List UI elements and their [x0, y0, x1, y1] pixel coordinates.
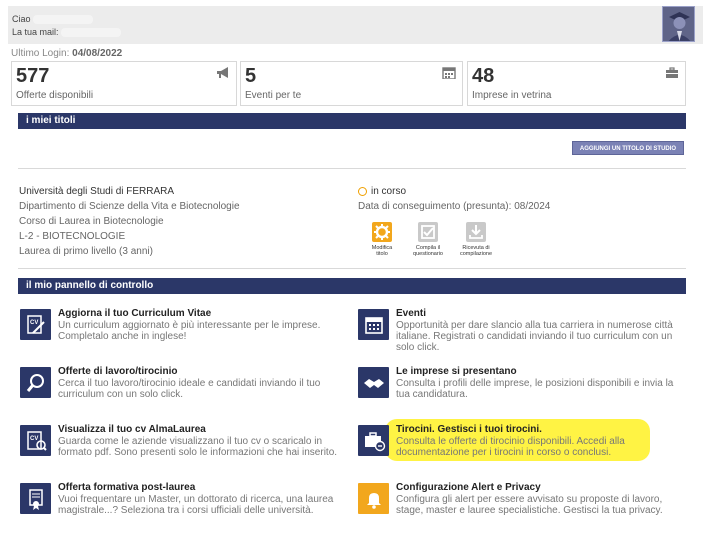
- panel-item-desc: Guarda come le aziende visualizzano il t…: [58, 436, 338, 458]
- clock-icon: [358, 187, 367, 196]
- panel-item-title: Aggiorna il tuo Curriculum Vitae: [58, 308, 212, 319]
- course-name: Corso di Laurea in Biotecnologie: [19, 216, 164, 227]
- avatar[interactable]: [662, 6, 695, 42]
- stat-events-value: 5: [245, 65, 257, 87]
- expected-date: Data di conseguimento (presunta): 08/202…: [358, 201, 551, 212]
- briefcase-icon: [666, 67, 678, 78]
- internship-briefcase-icon: [358, 425, 389, 456]
- divider: [18, 268, 686, 269]
- download-icon: [466, 222, 486, 242]
- panel-item-title: Eventi: [396, 308, 427, 319]
- checkbox-icon: [418, 222, 438, 242]
- study-status: in corso Data di conseguimento (presunta…: [358, 184, 550, 214]
- panel-item-desc: Configura gli alert per essere avvisato …: [396, 494, 663, 516]
- edit-title-button[interactable]: Modifica titolo: [362, 222, 402, 257]
- calendar-icon: [442, 67, 456, 79]
- cv-edit-icon: CV: [20, 309, 51, 340]
- user-name-redacted: [33, 15, 94, 25]
- course-class: L-2 - BIOTECNOLOGIE: [19, 231, 126, 242]
- questionnaire-label-l2: questionario: [413, 251, 443, 257]
- titles-section-header: i miei titoli: [18, 113, 686, 129]
- svg-text:CV: CV: [30, 320, 38, 326]
- bell-icon: [358, 483, 389, 514]
- panel-item-title: Offerte di lavoro/tirocinio: [58, 366, 178, 377]
- graduate-avatar-icon: [663, 7, 694, 41]
- stat-offers-label: Offerte disponibili: [16, 90, 94, 101]
- panel-item-title: Offerta formativa post-laurea: [58, 482, 196, 493]
- panel-item-desc: Opportunità per dare slancio alla tua ca…: [396, 320, 673, 353]
- panel-item-title: Visualizza il tuo cv AlmaLaurea: [58, 424, 206, 435]
- panel-item-desc: Consulta i profili delle imprese, le pos…: [396, 378, 674, 400]
- panel-item-title: Tirocini. Gestisci i tuoi tirocini.: [396, 424, 542, 435]
- last-login-date: 04/08/2022: [72, 48, 123, 59]
- edit-title-label-l2: titolo: [376, 251, 388, 257]
- panel-item-title: Le imprese si presentano: [396, 366, 517, 377]
- stat-companies[interactable]: 48 Imprese in vetrina: [467, 61, 686, 106]
- divider: [18, 168, 686, 169]
- last-login-label: Ultimo Login:: [11, 48, 70, 59]
- greeting: Ciao La tua mail:: [12, 13, 122, 39]
- user-header: Ciao La tua mail:: [8, 6, 703, 44]
- stat-companies-value: 48: [472, 65, 495, 87]
- degree-level: Laurea di primo livello (3 anni): [19, 246, 153, 257]
- panel-item-desc: Un curriculum aggiornato è più interessa…: [58, 320, 321, 342]
- receipt-button[interactable]: Ricevuta di compilazione: [456, 222, 496, 257]
- university-name: Università degli Studi di FERRARA: [19, 186, 175, 197]
- receipt-label-l2: compilazione: [459, 251, 493, 257]
- svg-text:CV: CV: [30, 436, 38, 442]
- panel-item-desc: Consulta le offerte di tirocinio disponi…: [396, 436, 625, 458]
- panel-item-desc: Cerca il tuo lavoro/tirocinio ideale e c…: [58, 378, 321, 400]
- greeting-label: Ciao: [12, 14, 31, 24]
- stat-offers-value: 577: [16, 65, 50, 87]
- mail-label: La tua mail:: [12, 27, 59, 37]
- handshake-icon: [358, 367, 389, 398]
- cv-view-icon: CV: [20, 425, 51, 456]
- panel-item-title: Configurazione Alert e Privacy: [396, 482, 541, 493]
- panel-item-desc: Vuoi frequentare un Master, un dottorato…: [58, 494, 334, 516]
- last-login: Ultimo Login: 04/08/2022: [11, 48, 122, 59]
- magnifier-icon: [20, 367, 51, 398]
- questionnaire-button[interactable]: Compila il questionario: [408, 222, 448, 257]
- stat-companies-label: Imprese in vetrina: [472, 90, 552, 101]
- stat-events[interactable]: 5 Eventi per te: [240, 61, 463, 106]
- department-name: Dipartimento di Scienze della Vita e Bio…: [19, 201, 240, 212]
- diploma-icon: [20, 483, 51, 514]
- megaphone-icon: [217, 67, 228, 78]
- add-title-button[interactable]: AGGIUNGI UN TITOLO DI STUDIO: [572, 141, 684, 155]
- study-title-details: Università degli Studi di FERRARA Dipart…: [19, 184, 240, 259]
- gear-icon: [372, 222, 392, 242]
- user-mail-redacted: [61, 28, 122, 38]
- stat-events-label: Eventi per te: [245, 90, 302, 101]
- control-panel-header: il mio pannello di controllo: [18, 278, 686, 294]
- calendar-icon: [358, 309, 389, 340]
- stat-offers[interactable]: 577 Offerte disponibili: [11, 61, 237, 106]
